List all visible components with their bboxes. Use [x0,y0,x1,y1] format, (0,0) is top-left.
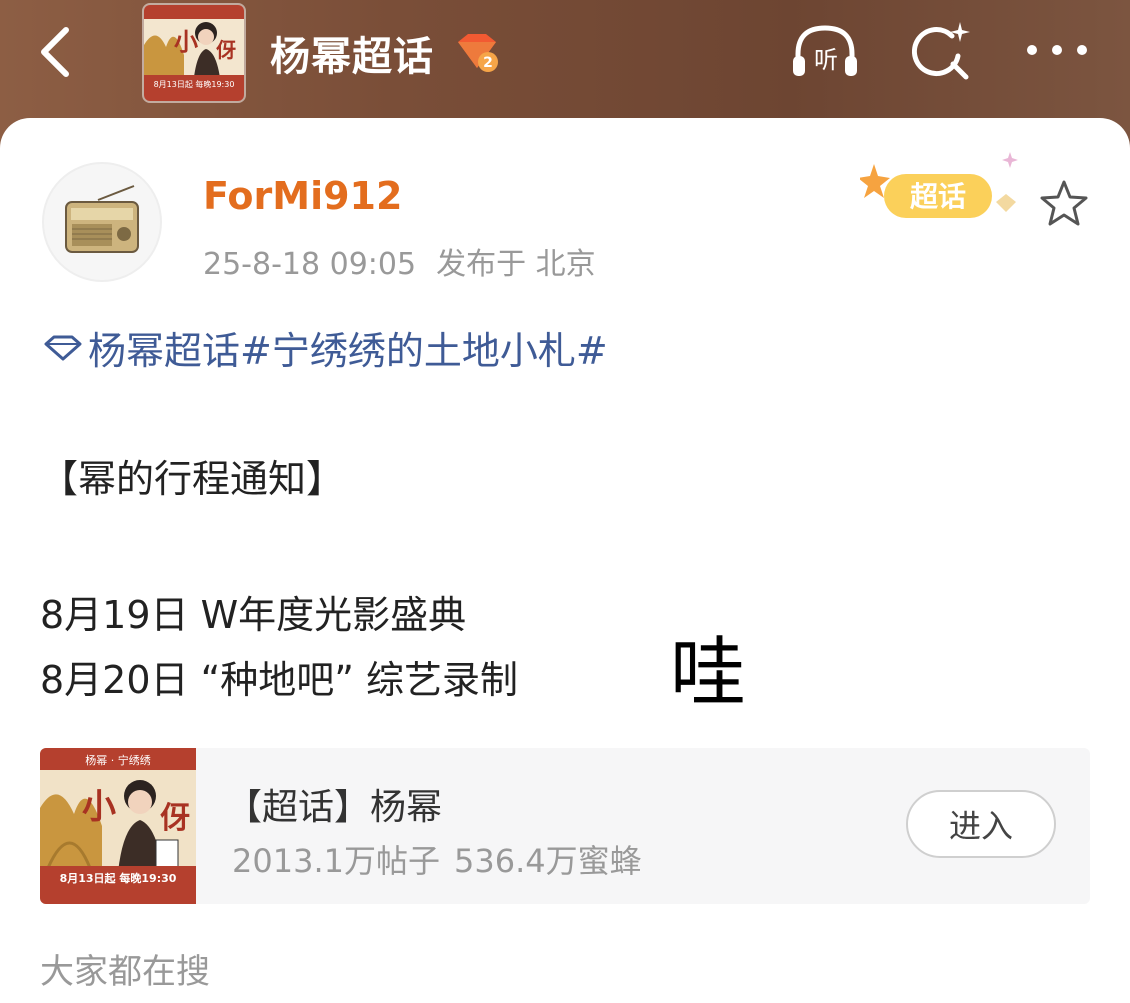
topic-card-cover-top: 杨幂 · 宁绣绣 [85,753,151,767]
search-sparkle-icon[interactable] [908,20,974,84]
topic-card-cover-image: 杨幂 · 宁绣绣 小 伢 8月13日起 每晚19:30 [40,748,196,904]
listen-label: 听 [814,46,838,74]
topic-link-card[interactable]: 杨幂 · 宁绣绣 小 伢 8月13日起 每晚19:30 【超话】杨幂 2013.… [40,748,1090,904]
page-title: 杨幂超话 [270,34,434,80]
star-icon[interactable] [1038,178,1090,228]
svg-text:伢: 伢 [160,801,190,836]
post-meta: 25-8-18 09:05 发布于 北京 [203,239,616,283]
headphones-icon[interactable]: 听 [790,20,860,84]
topic-card-stats: 2013.1万帖子 536.4万蜜蜂 [232,836,656,882]
enter-button[interactable]: 进入 [906,790,1056,858]
overlay-text: 哇 [670,628,746,717]
level-diamond-icon: 2 [458,34,498,72]
trending-search-heading: 大家都在搜 [40,952,210,992]
svg-text:伢: 伢 [216,38,236,62]
topic-cover-image[interactable]: 小 伢 8月13日起 每晚19:30 [142,3,246,103]
radio-icon [65,185,139,253]
svg-text:小: 小 [174,27,198,56]
avatar[interactable] [42,162,162,282]
topic-card-title: 【超话】杨幂 [226,787,443,828]
post-text-line-2: 8月20日 “种地吧” 综艺录制 [40,658,519,702]
topic-link[interactable]: 杨幂超话 [88,320,240,375]
more-dots-icon[interactable] [1022,35,1092,65]
topic-line: 杨幂超话 #宁绣绣的土地小札# [42,320,608,375]
level-number: 2 [483,55,493,71]
hashtag-link[interactable]: #宁绣绣的土地小札# [240,320,608,375]
svg-text:小: 小 [82,787,116,827]
cover-date-text: 8月13日起 每晚19:30 [154,79,235,89]
chevron-left-icon[interactable] [30,22,80,82]
post-text-line-1: 8月19日 W年度光影盛典 [40,593,467,637]
post-text-heading: 【幂的行程通知】 [40,457,345,501]
username[interactable]: ForMi912 [203,174,402,218]
chaohua-tag-icon[interactable]: 超话 [860,146,1032,230]
post-card: ForMi912 25-8-18 09:05 发布于 北京 超话 杨幂超话 #宁绣绣… [0,118,1130,1003]
topic-diamond-icon [44,335,82,360]
post-location: 发布于 北京 [436,247,596,282]
post-timestamp: 25-8-18 09:05 [203,247,417,282]
topic-card-posts: 2013.1万帖子 [232,842,440,880]
topic-card-fans: 536.4万蜜蜂 [453,842,642,880]
topic-card-cover-date: 8月13日起 每晚19:30 [60,871,177,885]
chaohua-tag-label: 超话 [910,180,966,213]
